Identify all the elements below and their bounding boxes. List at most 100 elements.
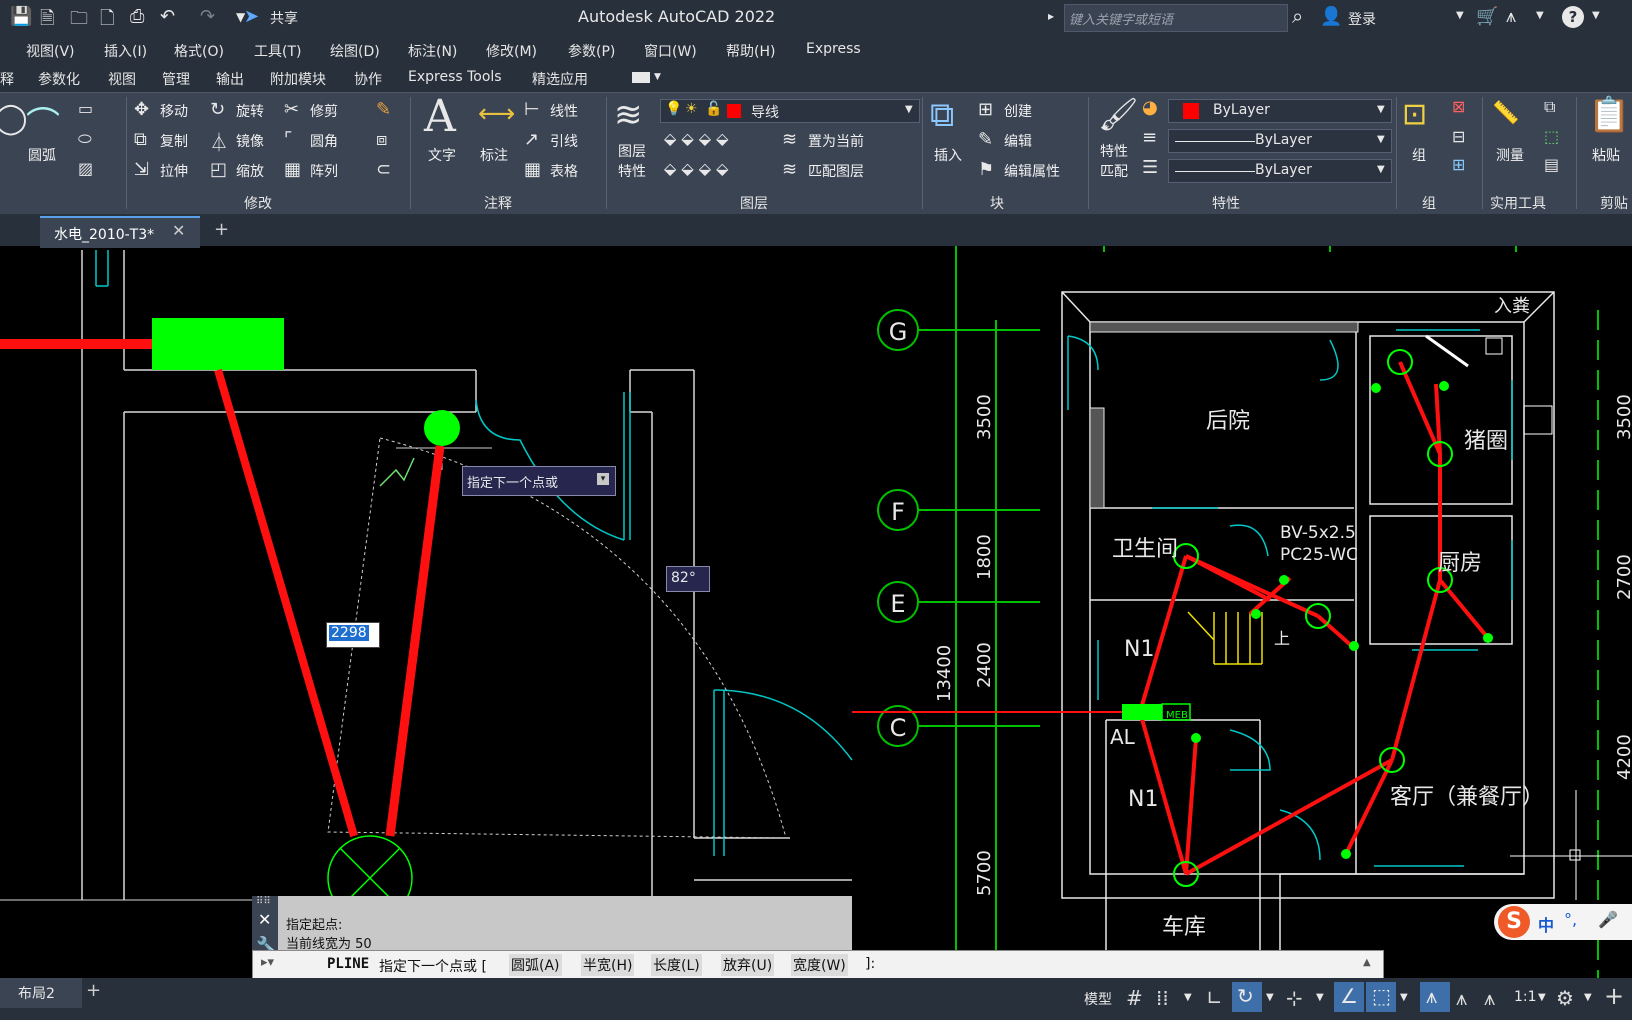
select-all-icon[interactable]: ⬚ — [1544, 127, 1559, 146]
customization-plus-icon[interactable]: + — [1604, 982, 1624, 1010]
ime-toolbar[interactable]: S 中 °, 🎤 — [1494, 904, 1632, 940]
search-expand-icon[interactable]: ▸ — [1048, 9, 1054, 23]
save-icon[interactable]: 💾 — [10, 6, 32, 27]
option-width[interactable]: 宽度(W) — [791, 954, 848, 976]
tab-manage[interactable]: 管理 — [162, 69, 190, 89]
ime-logo-icon[interactable]: S — [1498, 906, 1530, 938]
rotate-button[interactable]: 旋转 — [236, 101, 264, 121]
linetype-dropdown-arrow-icon[interactable]: ▼ — [1377, 134, 1385, 145]
ribbon-toggle-icon[interactable] — [632, 72, 650, 83]
layer-tool-icon[interactable]: ⬙ ⬙ ⬙ ⬙ — [664, 159, 728, 178]
explode-icon[interactable]: ⧈ — [376, 129, 387, 150]
panel-label-block[interactable]: 块 — [990, 193, 1004, 213]
redo-icon[interactable]: ↷ — [200, 6, 215, 27]
layer-on-icon[interactable]: 💡 — [665, 101, 682, 117]
mirror-icon[interactable]: ⏃ — [210, 129, 228, 155]
text-button[interactable]: 文字 — [428, 145, 456, 165]
rotate-icon[interactable]: ↻ — [210, 99, 225, 120]
scale-icon[interactable]: ◰ — [210, 159, 227, 180]
new-tab-icon[interactable]: + — [214, 219, 229, 240]
menu-format[interactable]: 格式(O) — [174, 41, 224, 61]
layout-tab[interactable]: 布局2 — [0, 978, 82, 1008]
circle-icon[interactable]: ◯ — [0, 101, 28, 136]
layer-freeze-icon[interactable]: ☀ — [685, 101, 698, 117]
tab-express-tools[interactable]: Express Tools — [408, 69, 502, 85]
autodesk-icon[interactable]: ⩚ — [1506, 6, 1516, 27]
menu-help[interactable]: 帮助(H) — [726, 41, 775, 61]
login-button[interactable]: 登录 — [1348, 9, 1376, 29]
menu-draw[interactable]: 绘图(D) — [330, 41, 380, 61]
close-command-icon[interactable]: ✕ — [258, 910, 271, 929]
calculator-icon[interactable]: ▤ — [1544, 155, 1559, 174]
search-input[interactable]: 键入关键字或短语 — [1064, 4, 1288, 32]
menu-modify[interactable]: 修改(M) — [486, 41, 537, 61]
menu-parametric[interactable]: 参数(P) — [568, 41, 615, 61]
undo-icon[interactable]: ↶ — [160, 6, 175, 27]
close-tab-icon[interactable]: ✕ — [172, 221, 185, 240]
stretch-icon[interactable]: ⇲ — [134, 159, 149, 180]
menu-view[interactable]: 视图(V) — [26, 41, 75, 61]
workspace-dropdown-icon[interactable]: ▼ — [1584, 992, 1592, 1003]
menu-tools[interactable]: 工具(T) — [254, 41, 301, 61]
match-properties-label-2[interactable]: 匹配 — [1100, 161, 1128, 181]
lineweight-dropdown-arrow-icon[interactable]: ▼ — [1377, 164, 1385, 175]
layer-lock-icon[interactable]: 🔓 — [705, 101, 722, 117]
layer-properties-label-2[interactable]: 特性 — [618, 161, 646, 181]
export-icon[interactable]: 🗋 — [100, 6, 114, 36]
panel-label-utilities[interactable]: 实用工具 — [1490, 193, 1546, 213]
color-dropdown-arrow-icon[interactable]: ▼ — [1377, 104, 1385, 115]
tab-featured-apps[interactable]: 精选应用 — [532, 69, 588, 89]
layer-properties-icon[interactable]: ≋ — [614, 95, 643, 135]
color-dropdown[interactable]: ByLayer ▼ — [1168, 99, 1392, 123]
hatch-icon[interactable]: ▨ — [78, 159, 93, 178]
import-icon[interactable]: 🗀 — [70, 6, 88, 36]
isodraft-dropdown-icon[interactable]: ▼ — [1316, 992, 1324, 1003]
autoscale-icon[interactable]: ⩚ — [1456, 986, 1467, 1010]
wire-segment-preview[interactable] — [385, 445, 445, 837]
mirror-button[interactable]: 镜像 — [236, 131, 264, 151]
layer-dropdown[interactable]: 💡 ☀ 🔓 导线 ▼ — [660, 99, 920, 123]
user-icon[interactable]: 👤 — [1320, 6, 1342, 27]
polar-tracking-toggle[interactable]: ↻ — [1232, 982, 1262, 1012]
object-snap-toggle[interactable]: ⬚ — [1366, 982, 1396, 1012]
object-snap-tracking-toggle[interactable]: ∠ — [1334, 982, 1364, 1012]
panel-label-groups[interactable]: 组 — [1422, 193, 1436, 213]
menu-insert[interactable]: 插入(I) — [104, 41, 147, 61]
share-button[interactable]: 共享 — [270, 8, 298, 28]
arc-button[interactable]: 圆弧 — [28, 145, 56, 165]
wire-segment[interactable] — [214, 368, 358, 838]
group-icon[interactable]: ⊡ — [1402, 97, 1427, 132]
command-prompt-icon[interactable]: ▸▾ — [261, 955, 274, 970]
table-button[interactable]: 表格 — [550, 161, 578, 181]
option-arc[interactable]: 圆弧(A) — [509, 954, 562, 976]
lineweight-dropdown[interactable]: ByLayer ▼ — [1168, 159, 1392, 183]
tab-collaborate[interactable]: 协作 — [354, 69, 382, 89]
group-button[interactable]: 组 — [1412, 145, 1426, 165]
fillet-icon[interactable]: ⌜ — [284, 129, 292, 150]
light-fixture[interactable] — [424, 410, 460, 446]
text-icon[interactable]: A — [424, 91, 456, 142]
ellipse-icon[interactable]: ⬭ — [78, 129, 92, 149]
save-as-icon[interactable]: 🗎 — [40, 6, 54, 36]
share-icon[interactable]: ➤ — [244, 6, 259, 27]
edit-attribute-icon[interactable]: ⚑ — [978, 159, 994, 180]
table-icon[interactable]: ▦ — [524, 159, 541, 180]
snap-mode-icon[interactable]: ⁞⁞ — [1156, 986, 1169, 1010]
match-properties-label-1[interactable]: 特性 — [1100, 141, 1128, 161]
tab-output[interactable]: 输出 — [216, 69, 244, 89]
length-input[interactable]: 2298 — [326, 622, 380, 648]
add-layout-icon[interactable]: + — [86, 980, 101, 1001]
match-properties-icon[interactable]: 🖌 — [1098, 95, 1139, 133]
ime-mode[interactable]: 中 — [1538, 912, 1554, 936]
annotation-scale-value[interactable]: 1:1 — [1514, 989, 1537, 1005]
paste-icon[interactable]: 📋 — [1588, 95, 1630, 135]
grip-icon[interactable]: ⠿⠿ — [256, 896, 271, 907]
create-block-icon[interactable]: ⊞ — [978, 99, 993, 120]
ungroup-icon[interactable]: ⊠ — [1452, 97, 1465, 116]
array-icon[interactable]: ▦ — [284, 159, 301, 180]
cart-icon[interactable]: 🛒 — [1476, 6, 1498, 27]
model-space-toggle[interactable]: 模型 — [1084, 989, 1112, 1009]
paste-button[interactable]: 粘贴 — [1592, 145, 1620, 165]
command-line[interactable]: ▸▾ PLINE 指定下一个点或 [ 圆弧(A) 半宽(H) 长度(L) 放弃(… — [252, 950, 1384, 980]
measure-icon[interactable]: 📏 — [1492, 101, 1519, 126]
